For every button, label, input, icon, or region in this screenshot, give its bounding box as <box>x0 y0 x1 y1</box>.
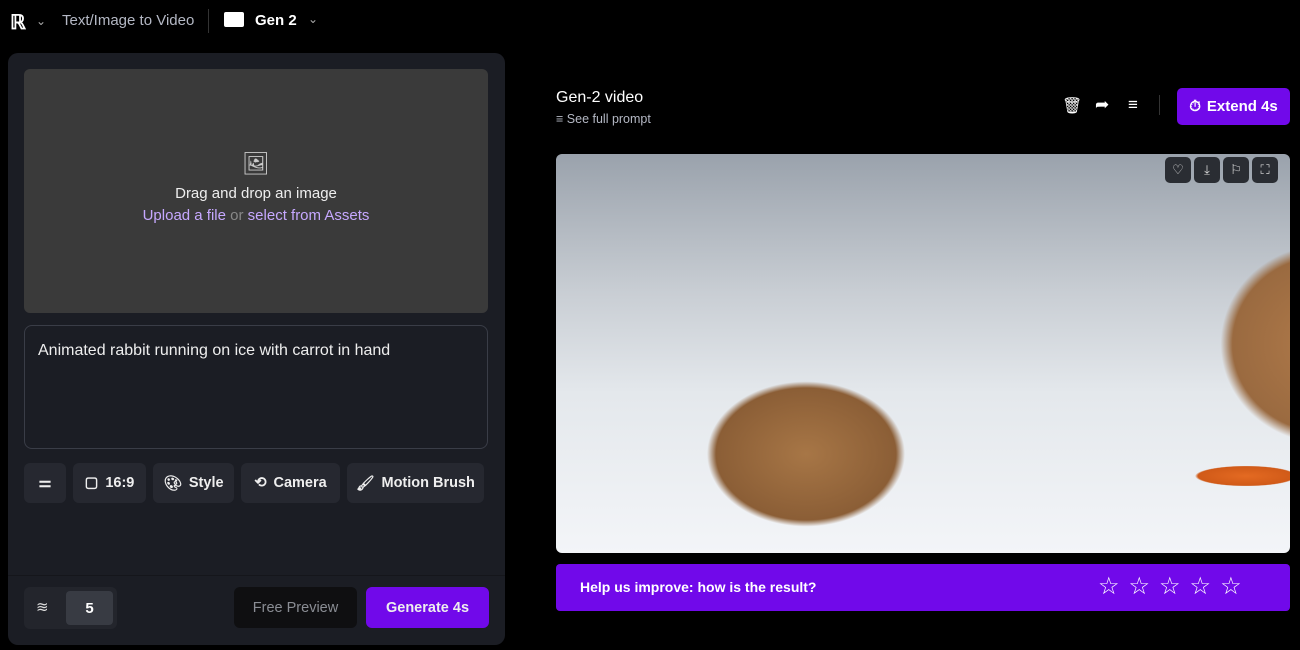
image-drop-zone[interactable]: 🖼 Drag and drop an image Upload a file o… <box>24 69 488 313</box>
prompt-input[interactable]: Animated rabbit running on ice with carr… <box>24 325 488 449</box>
heart-icon[interactable]: ♡ <box>1165 157 1191 183</box>
select-assets-link[interactable]: select from Assets <box>248 207 370 224</box>
generate-button[interactable]: Generate 4s <box>366 587 489 628</box>
divider <box>1159 95 1160 115</box>
camera-button[interactable]: ⟲ Camera <box>241 463 340 503</box>
or-text: or <box>230 207 244 224</box>
brush-icon: 🖌︎ <box>356 475 375 492</box>
trash-icon[interactable]: 🗑︎ <box>1062 96 1082 116</box>
fullscreen-icon[interactable]: ⛶ <box>1252 157 1278 183</box>
wind-icon: ≋ <box>36 599 49 616</box>
star-4-icon[interactable]: ☆ <box>1190 572 1212 601</box>
project-chevron-icon[interactable]: ⌄ <box>308 12 318 26</box>
style-button[interactable]: 🎨︎ Style <box>153 463 234 503</box>
aspect-icon: ▢ <box>84 475 99 491</box>
flag-icon[interactable]: ⚐ <box>1223 157 1249 183</box>
lines-icon: ≡ <box>556 112 567 126</box>
style-label: Style <box>188 475 224 491</box>
share-icon[interactable]: ➦ <box>1095 95 1109 115</box>
aspect-ratio-button[interactable]: ▢ 16:9 <box>73 463 146 503</box>
motion-brush-button[interactable]: 🖌︎ Motion Brush <box>347 463 484 503</box>
motion-brush-label: Motion Brush <box>381 475 475 491</box>
see-prompt-label: See full prompt <box>566 112 651 126</box>
extend-label: Extend 4s <box>1206 98 1278 115</box>
sliders-icon: ⚌ <box>38 475 52 491</box>
runway-logo-icon[interactable]: ℝ <box>10 10 26 35</box>
extend-button[interactable]: ⏱ Extend 4s <box>1177 88 1290 125</box>
project-name[interactable]: Gen 2 <box>255 12 297 29</box>
star-1-icon[interactable]: ☆ <box>1098 572 1120 601</box>
see-full-prompt-link[interactable]: ≡ See full prompt <box>556 112 651 126</box>
image-add-icon: 🖼 <box>242 151 270 176</box>
star-2-icon[interactable]: ☆ <box>1129 572 1151 601</box>
divider <box>208 9 209 33</box>
download-icon[interactable]: ⤓ <box>1194 157 1220 183</box>
camera-orbit-icon: ⟲ <box>254 475 267 491</box>
feedback-bar: Help us improve: how is the result? ☆ ☆ … <box>556 564 1290 611</box>
timer-icon: ⏱ <box>1189 98 1201 115</box>
palette-icon: 🎨︎ <box>163 475 182 492</box>
star-3-icon[interactable]: ☆ <box>1159 572 1181 601</box>
upload-file-link[interactable]: Upload a file <box>143 207 226 224</box>
aspect-label: 16:9 <box>105 475 135 491</box>
star-5-icon[interactable]: ☆ <box>1220 572 1242 601</box>
video-player[interactable] <box>556 154 1290 553</box>
drop-title: Drag and drop an image <box>175 185 337 202</box>
settings-button[interactable]: ⚌ <box>24 463 66 503</box>
video-title: Gen-2 video <box>556 89 644 106</box>
motion-control: ≋ 5 <box>24 587 117 629</box>
camera-label: Camera <box>273 475 327 491</box>
mode-label[interactable]: Text/Image to Video <box>62 12 194 29</box>
chevron-down-icon[interactable]: ⌄ <box>36 14 46 28</box>
free-preview-button[interactable]: Free Preview <box>234 587 357 628</box>
feedback-question: Help us improve: how is the result? <box>580 579 817 595</box>
top-bar: ℝ ⌄ Text/Image to Video Gen 2 ⌄ <box>0 0 1300 42</box>
menu-icon[interactable]: ≡ <box>1128 95 1138 115</box>
panel-divider <box>8 575 505 576</box>
motion-value-input[interactable]: 5 <box>66 591 113 625</box>
folder-icon <box>224 12 244 27</box>
